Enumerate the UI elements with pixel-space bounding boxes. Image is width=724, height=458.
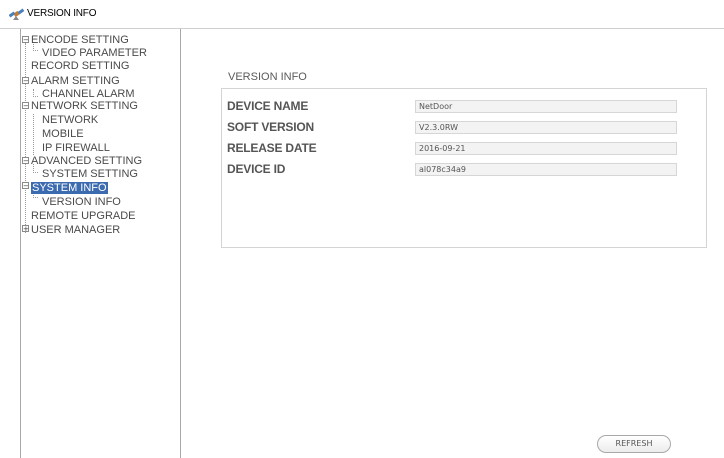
navigation-tree: − − − − − + ENCODE SETTING VIDEO PARAMET… — [21, 29, 181, 249]
tree-item-network-setting[interactable]: NETWORK SETTING — [31, 100, 138, 112]
tree-item-advanced-setting[interactable]: ADVANCED SETTING — [31, 155, 142, 167]
collapse-toggle-icon[interactable]: − — [22, 36, 29, 44]
expand-toggle-icon[interactable]: + — [22, 225, 29, 233]
tree-item-video-parameter[interactable]: VIDEO PARAMETER — [42, 47, 147, 59]
tree-item-channel-alarm[interactable]: CHANNEL ALARM — [42, 88, 135, 100]
window-title: VERSION INFO — [27, 8, 97, 19]
tree-item-encode-setting[interactable]: ENCODE SETTING — [31, 34, 129, 46]
tree-item-ip-firewall[interactable]: IP FIREWALL — [42, 142, 110, 154]
device-id-field: al078c34a9 — [415, 163, 677, 176]
device-name-label: DEVICE NAME — [227, 99, 309, 113]
tree-item-record-setting[interactable]: RECORD SETTING — [31, 60, 129, 72]
refresh-button[interactable]: REFRESH — [597, 435, 671, 453]
soft-version-field: V2.3.0RW — [415, 121, 677, 134]
satellite-icon — [8, 7, 25, 21]
main-content: VERSION INFO DEVICE NAME NetDoor SOFT VE… — [181, 29, 724, 458]
tree-item-alarm-setting[interactable]: ALARM SETTING — [31, 75, 120, 87]
tree-item-network[interactable]: NETWORK — [42, 114, 98, 126]
tree-item-system-info[interactable]: SYSTEM INFO — [31, 182, 108, 194]
soft-version-label: SOFT VERSION — [227, 120, 314, 134]
section-title: VERSION INFO — [228, 71, 307, 83]
title-bar: VERSION INFO — [0, 0, 724, 29]
collapse-toggle-icon[interactable]: − — [22, 77, 29, 85]
device-id-label: DEVICE ID — [227, 162, 286, 176]
tree-item-system-setting[interactable]: SYSTEM SETTING — [42, 168, 138, 180]
collapse-toggle-icon[interactable]: − — [22, 182, 29, 190]
collapse-toggle-icon[interactable]: − — [22, 102, 29, 110]
navigation-tree-panel: − − − − − + ENCODE SETTING VIDEO PARAMET… — [20, 29, 181, 458]
tree-item-mobile[interactable]: MOBILE — [42, 128, 84, 140]
tree-item-version-info[interactable]: VERSION INFO — [42, 196, 121, 208]
collapse-toggle-icon[interactable]: − — [22, 157, 29, 165]
tree-branch-line — [33, 114, 34, 155]
tree-trunk-line — [25, 43, 26, 233]
device-name-field: NetDoor — [415, 100, 677, 113]
tree-item-user-manager[interactable]: USER MANAGER — [31, 224, 120, 236]
release-date-label: RELEASE DATE — [227, 141, 317, 155]
tree-branch-line — [33, 89, 38, 97]
release-date-field: 2016-09-21 — [415, 142, 677, 155]
tree-item-remote-upgrade[interactable]: REMOTE UPGRADE — [31, 210, 136, 222]
